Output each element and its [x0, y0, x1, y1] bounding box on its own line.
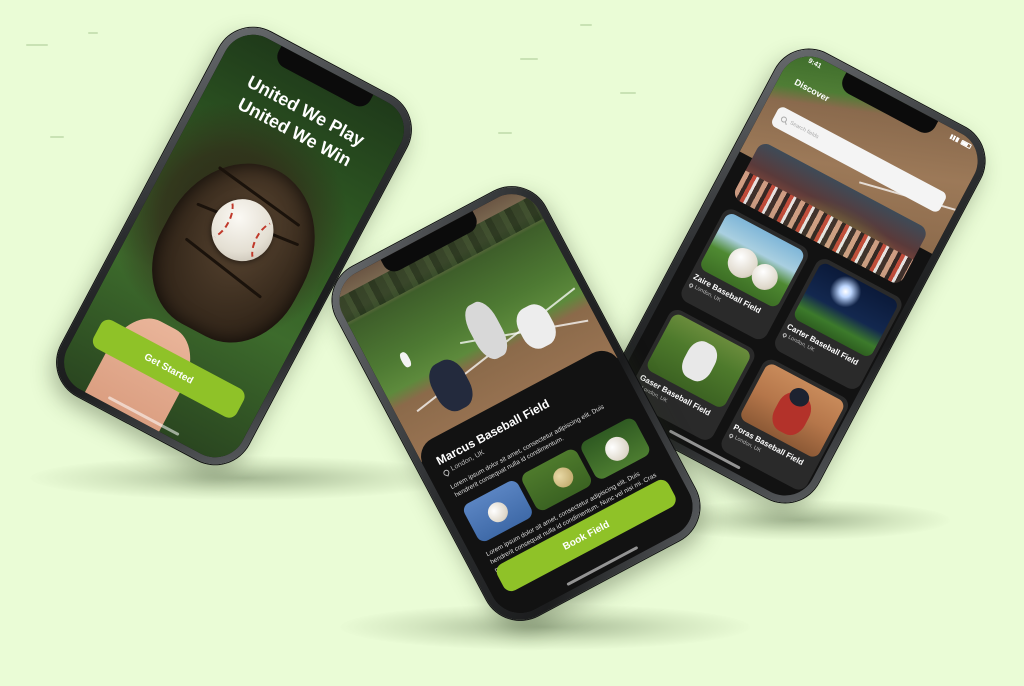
- location-pin-icon: [728, 433, 734, 439]
- baseball: [484, 498, 512, 526]
- onboarding-screen: United We Play United We Win Get Started: [53, 23, 415, 469]
- decor-dash: [520, 58, 538, 60]
- field-detail-screen: Marcus Baseball Field London, UK Lorem i…: [328, 183, 704, 624]
- pitcher: [676, 336, 723, 386]
- search-icon: [779, 115, 788, 124]
- phone-shadow: [30, 456, 460, 500]
- decor-dash: [50, 136, 64, 138]
- catcher: [510, 299, 562, 354]
- baseball: [550, 463, 578, 491]
- batter: [458, 296, 514, 364]
- location-pin-icon: [782, 332, 788, 338]
- location-pin-icon: [442, 468, 450, 477]
- location-pin-icon: [688, 282, 694, 288]
- baseball: [600, 432, 634, 466]
- decor-dash: [620, 92, 636, 94]
- decor-dash: [498, 132, 512, 134]
- umpire: [422, 354, 480, 417]
- search-placeholder: Search fields: [788, 120, 820, 141]
- fielder: [398, 350, 413, 369]
- decor-dash: [580, 24, 592, 26]
- decor-dash: [26, 44, 48, 46]
- onboarding-phone: United We Play United We Win Get Started: [43, 14, 425, 478]
- decor-dash: [88, 32, 98, 34]
